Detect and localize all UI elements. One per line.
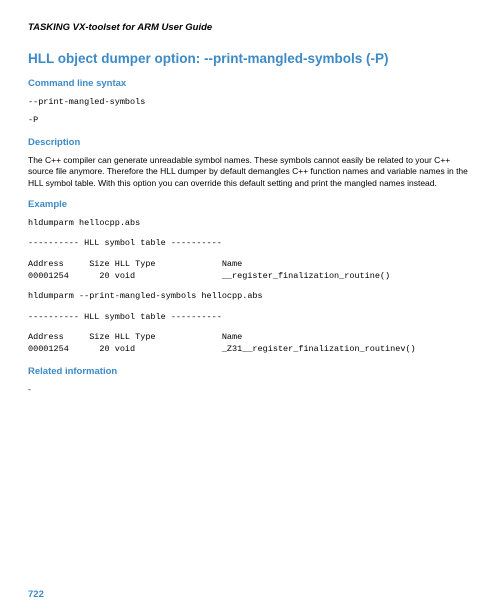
- section-heading-syntax: Command line syntax: [28, 78, 472, 89]
- syntax-line-1: --print-mangled-symbols: [28, 96, 472, 108]
- section-heading-description: Description: [28, 137, 472, 148]
- page-number: 722: [28, 589, 44, 600]
- description-text: The C++ compiler can generate unreadable…: [28, 155, 472, 189]
- doc-header: TASKING VX-toolset for ARM User Guide: [28, 22, 472, 33]
- section-heading-related: Related information: [28, 366, 472, 377]
- section-heading-example: Example: [28, 199, 472, 210]
- page-title: HLL object dumper option: --print-mangle…: [28, 51, 472, 66]
- page-container: TASKING VX-toolset for ARM User Guide HL…: [0, 0, 500, 395]
- example-line: hldumparm --print-mangled-symbols helloc…: [28, 290, 472, 302]
- example-table-row: 00001254 20 void _Z31__register_finaliza…: [28, 343, 472, 355]
- example-line: ---------- HLL symbol table ----------: [28, 311, 472, 323]
- example-table-row: 00001254 20 void __register_finalization…: [28, 270, 472, 282]
- related-text: -: [28, 384, 472, 395]
- syntax-line-2: -P: [28, 114, 472, 126]
- example-table-header: Address Size HLL Type Name: [28, 331, 472, 343]
- example-table-header: Address Size HLL Type Name: [28, 258, 472, 270]
- example-line: hldumparm hellocpp.abs: [28, 217, 472, 229]
- example-line: ---------- HLL symbol table ----------: [28, 237, 472, 249]
